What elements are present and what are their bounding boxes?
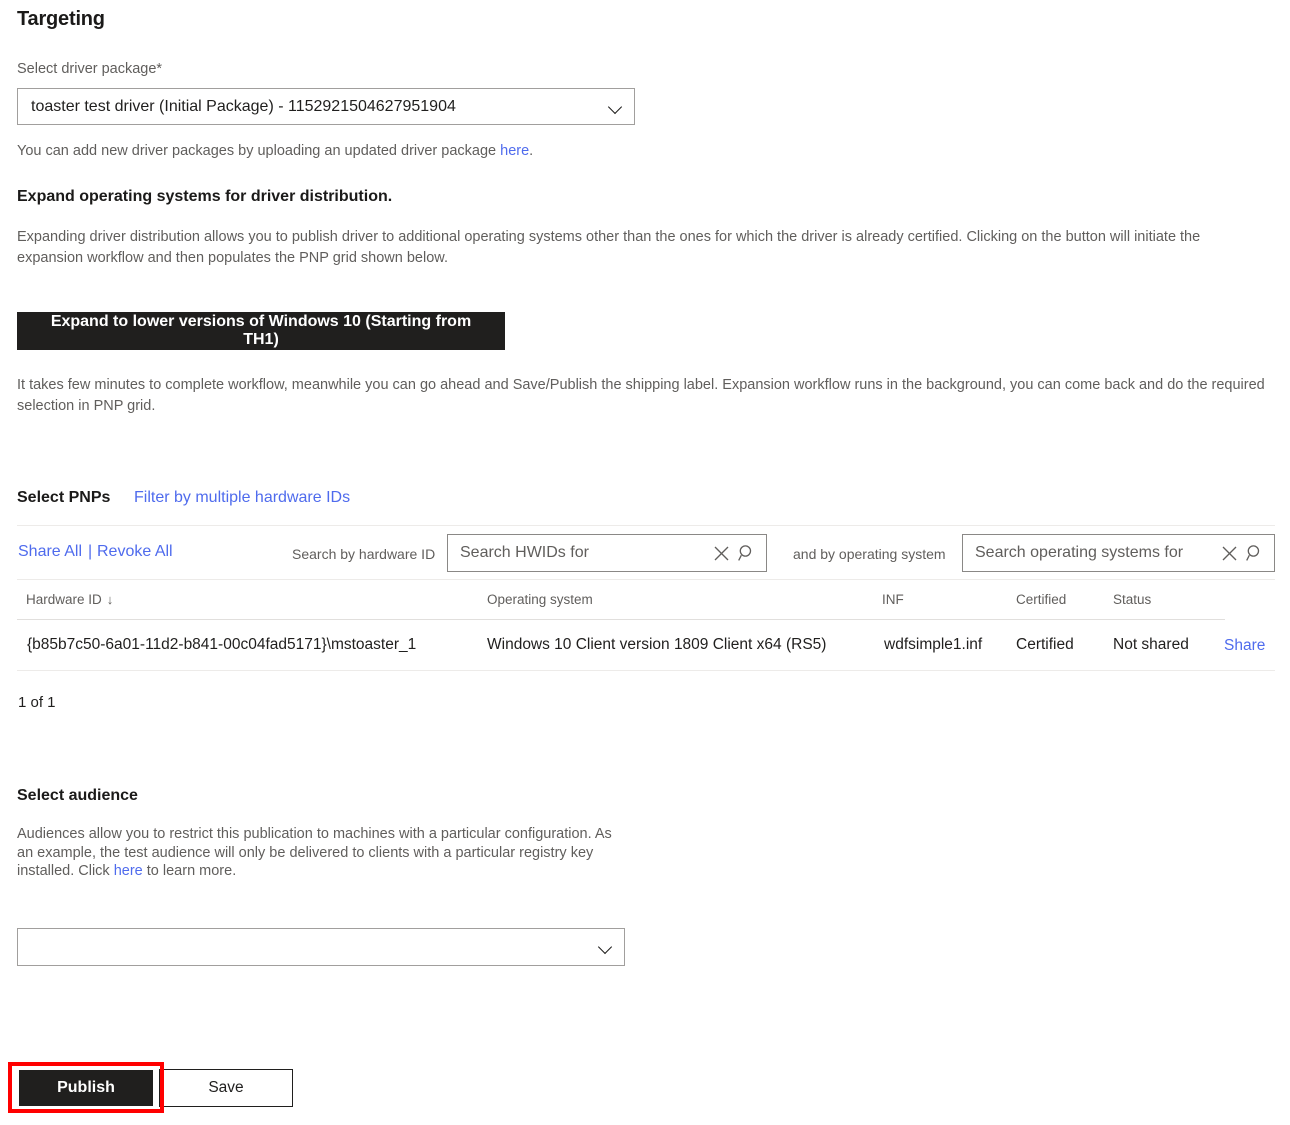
save-button[interactable]: Save bbox=[159, 1069, 293, 1107]
audience-learn-more-link[interactable]: here bbox=[114, 863, 143, 879]
table-bottom-divider bbox=[17, 670, 1275, 671]
pagination-count: 1 of 1 bbox=[18, 694, 56, 711]
driver-package-help-link[interactable]: here bbox=[500, 143, 529, 159]
column-header-operating-system[interactable]: Operating system bbox=[487, 592, 593, 607]
chevron-down-icon bbox=[598, 939, 614, 955]
search-os-label: and by operating system bbox=[793, 546, 946, 562]
search-hwid-placeholder: Search HWIDs for bbox=[460, 544, 589, 561]
audience-select[interactable] bbox=[17, 928, 625, 966]
column-header-inf[interactable]: INF bbox=[882, 592, 904, 607]
select-pnps-heading: Select PNPs bbox=[17, 489, 111, 506]
cell-status: Not shared bbox=[1113, 636, 1189, 653]
column-header-hardware-id-label: Hardware ID bbox=[26, 592, 102, 607]
expand-to-lower-versions-button[interactable]: Expand to lower versions of Windows 10 (… bbox=[17, 312, 505, 350]
clear-icon[interactable] bbox=[1216, 540, 1242, 566]
column-header-certified[interactable]: Certified bbox=[1016, 592, 1066, 607]
sort-descending-icon: ↓ bbox=[106, 592, 114, 607]
publish-button[interactable]: Publish bbox=[19, 1070, 153, 1106]
revoke-all-link[interactable]: Revoke All bbox=[97, 543, 173, 561]
expand-heading: Expand operating systems for driver dist… bbox=[17, 188, 393, 205]
share-all-link[interactable]: Share All bbox=[18, 543, 82, 561]
search-os-input[interactable]: Search operating systems for bbox=[962, 534, 1275, 572]
toolbar-bottom-divider bbox=[17, 579, 1275, 580]
cell-inf: wdfsimple1.inf bbox=[884, 636, 983, 653]
chevron-down-icon bbox=[608, 99, 624, 115]
expand-description: Expanding driver distribution allows you… bbox=[17, 229, 1201, 266]
driver-package-select[interactable]: toaster test driver (Initial Package) - … bbox=[17, 88, 635, 125]
audience-description: Audiences allow you to restrict this pub… bbox=[17, 825, 627, 881]
search-os-placeholder: Search operating systems for bbox=[975, 544, 1184, 561]
audience-description-part1: Audiences allow you to restrict this pub… bbox=[17, 826, 612, 879]
targeting-page: Targeting Select driver package* toaster… bbox=[0, 0, 1290, 1125]
driver-package-help-suffix: . bbox=[529, 143, 534, 159]
cell-certified: Certified bbox=[1016, 636, 1074, 653]
page-title: Targeting bbox=[17, 8, 105, 30]
audience-description-part2: to learn more. bbox=[142, 863, 237, 879]
share-row-link[interactable]: Share bbox=[1224, 637, 1265, 655]
table-header-divider bbox=[17, 619, 1225, 620]
driver-package-help: You can add new driver packages by uploa… bbox=[17, 141, 533, 161]
search-icon[interactable] bbox=[734, 540, 760, 566]
driver-package-help-prefix: You can add new driver packages by uploa… bbox=[17, 143, 501, 159]
driver-package-label: Select driver package* bbox=[17, 61, 163, 77]
filter-by-multiple-hardware-ids-link[interactable]: Filter by multiple hardware IDs bbox=[134, 489, 350, 507]
toolbar-top-divider bbox=[17, 525, 1275, 526]
search-icon[interactable] bbox=[1242, 540, 1268, 566]
column-header-hardware-id[interactable]: Hardware ID ↓ bbox=[26, 592, 113, 607]
search-hwid-input[interactable]: Search HWIDs for bbox=[447, 534, 767, 572]
search-hwid-label: Search by hardware ID bbox=[292, 546, 436, 562]
cell-hardware-id: {b85b7c50-6a01-11d2-b841-00c04fad5171}\m… bbox=[27, 636, 417, 653]
column-header-status[interactable]: Status bbox=[1113, 592, 1151, 607]
cell-operating-system: Windows 10 Client version 1809 Client x6… bbox=[487, 636, 827, 653]
select-audience-heading: Select audience bbox=[17, 787, 138, 804]
clear-icon[interactable] bbox=[708, 540, 734, 566]
share-revoke-separator: | bbox=[88, 543, 93, 560]
driver-package-value: toaster test driver (Initial Package) - … bbox=[31, 97, 456, 115]
expand-note: It takes few minutes to complete workflo… bbox=[17, 377, 1265, 414]
